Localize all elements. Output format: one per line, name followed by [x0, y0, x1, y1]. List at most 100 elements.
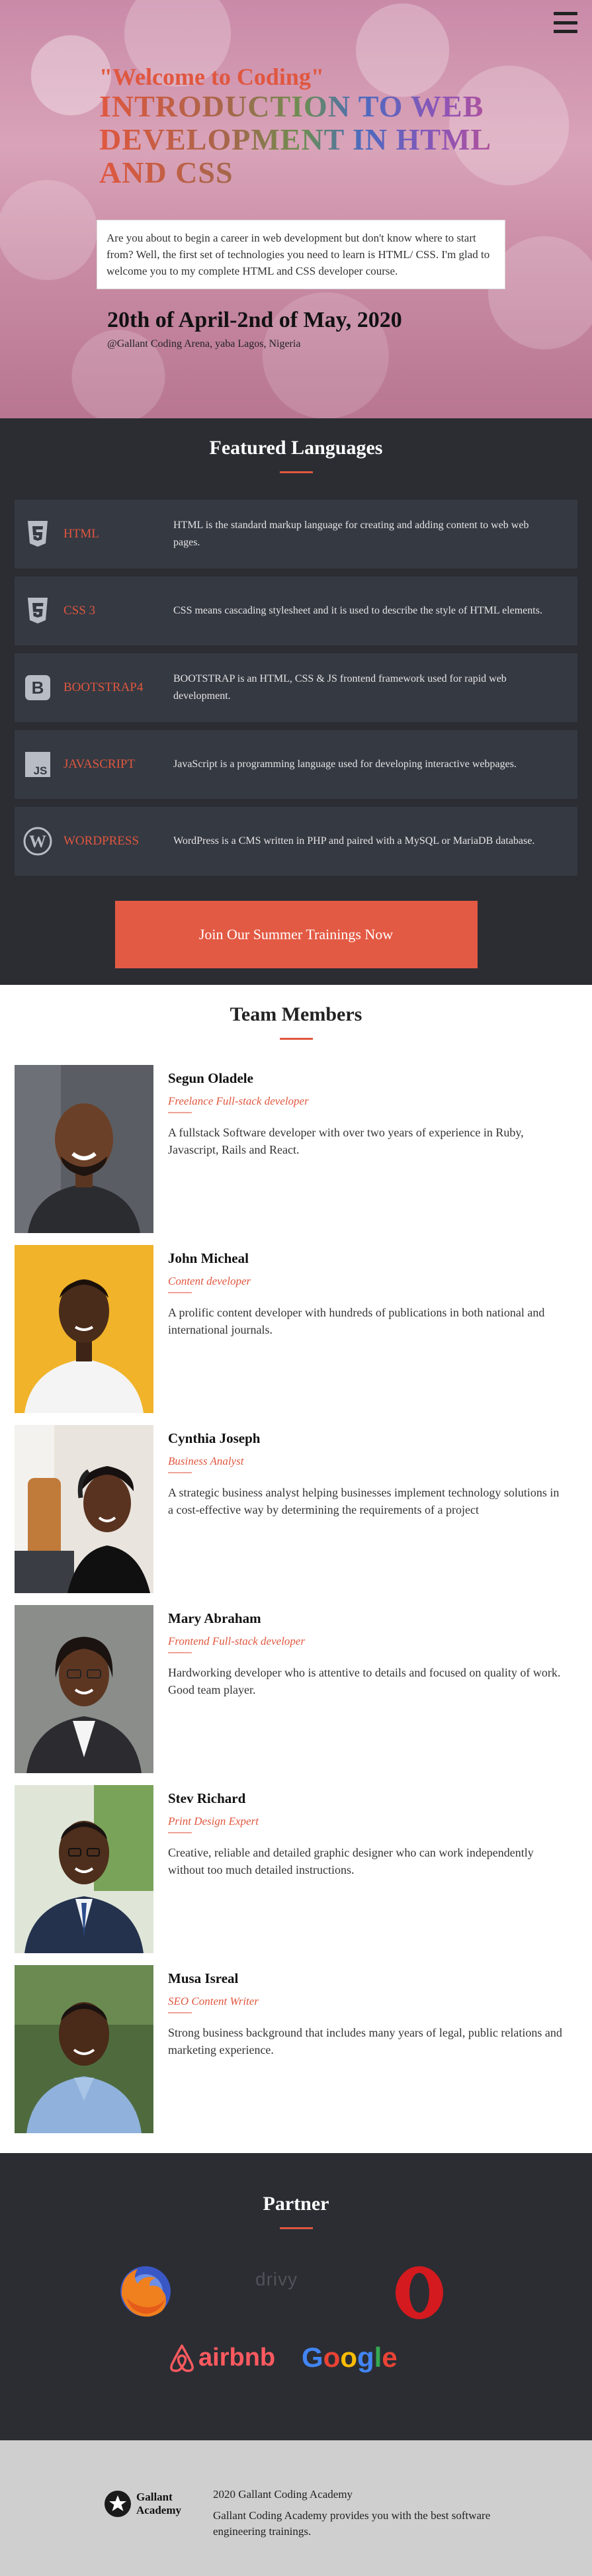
firefox-logo-icon[interactable] — [118, 2264, 173, 2319]
google-logo[interactable]: Google — [302, 2342, 398, 2373]
airbnb-belo-icon — [170, 2344, 194, 2372]
language-description: HTML is the standard markup language for… — [173, 520, 529, 548]
member-info: Segun Oladele Freelance Full-stack devel… — [153, 1065, 564, 1233]
member-role: Print Design Expert — [168, 1815, 259, 1827]
title-underline — [279, 471, 313, 473]
member-name: Mary Abraham — [168, 1610, 261, 1626]
member-divider — [168, 1292, 192, 1293]
footer-text: 2020 Gallant Coding Academy Gallant Codi… — [213, 2487, 517, 2540]
member-role: SEO Content Writer — [168, 1995, 259, 2007]
member-photo — [15, 1785, 153, 1953]
hero-date: 20th of April-2nd of May, 2020 — [107, 308, 402, 332]
footer-brand-line2: Academy — [136, 2504, 181, 2516]
title-underline — [279, 2227, 313, 2229]
member-name: Cynthia Joseph — [168, 1430, 261, 1446]
partners-section: Partner drivy airbnb Google — [0, 2153, 592, 2440]
airbnb-logo[interactable]: airbnb — [168, 2343, 275, 2372]
language-item-javascript[interactable]: JS JAVASCRIPT JavaScript is a programmin… — [15, 730, 577, 799]
member-info: Mary Abraham Frontend Full-stack develop… — [153, 1605, 564, 1773]
site-footer: Gallant Academy 2020 Gallant Coding Acad… — [0, 2440, 592, 2576]
language-list: HTML HTML is the standard markup languag… — [15, 500, 577, 876]
language-description: WordPress is a CMS written in PHP and pa… — [173, 835, 535, 847]
language-name: JAVASCRIPT — [63, 757, 136, 771]
team-member-card: Cynthia Joseph Business Analyst A strate… — [15, 1425, 592, 1593]
team-member-card: Musa Isreal SEO Content Writer Strong bu… — [15, 1965, 592, 2133]
language-description: JavaScript is a programming language use… — [173, 759, 517, 770]
hero-welcome-text: "Welcome to Coding" — [99, 64, 324, 90]
member-role: Business Analyst — [168, 1455, 244, 1467]
member-bio: A prolific content developer with hundre… — [168, 1306, 545, 1336]
featured-languages-section: Featured Languages HTML HTML is the stan… — [0, 418, 592, 985]
member-name: John Micheal — [168, 1250, 249, 1266]
member-divider — [168, 1652, 192, 1653]
member-divider — [168, 1112, 192, 1113]
hero-title: INTRODUCTION TO WEB DEVELOPMENT IN HTML … — [99, 90, 523, 189]
language-item-css3[interactable]: CSS 3 CSS means cascading stylesheet and… — [15, 576, 577, 645]
drivy-logo[interactable]: drivy — [255, 2269, 298, 2290]
html5-icon — [15, 521, 61, 547]
join-trainings-button[interactable]: Join Our Summer Trainings Now — [114, 901, 478, 968]
language-name: BOOTSTRAP4 — [63, 680, 144, 694]
member-photo — [15, 1605, 153, 1773]
member-name: Musa Isreal — [168, 1970, 239, 1986]
title-underline — [279, 1038, 313, 1040]
hero-venue: @Gallant Coding Arena, yaba Lagos, Niger… — [107, 338, 301, 349]
member-photo — [15, 1065, 153, 1233]
section-title: Team Members — [230, 1003, 362, 1025]
svg-text:W: W — [29, 832, 46, 851]
hamburger-menu-icon[interactable] — [554, 12, 577, 33]
partner-logo-grid: drivy airbnb Google — [0, 2256, 592, 2421]
member-list: Segun Oladele Freelance Full-stack devel… — [0, 1065, 592, 2133]
language-name: HTML — [63, 527, 99, 541]
member-info: John Micheal Content developer A prolifi… — [153, 1245, 564, 1413]
member-role: Frontend Full-stack developer — [168, 1635, 306, 1647]
member-divider — [168, 1832, 192, 1833]
member-info: Cynthia Joseph Business Analyst A strate… — [153, 1425, 564, 1593]
member-divider — [168, 2012, 192, 2013]
airbnb-wordmark: airbnb — [198, 2343, 276, 2371]
member-bio: A strategic business analyst helping bus… — [168, 1486, 560, 1516]
footer-copyright: 2020 Gallant Coding Academy — [213, 2488, 353, 2501]
hero-content: "Welcome to Coding" INTRODUCTION TO WEB … — [97, 64, 509, 350]
team-member-card: Mary Abraham Frontend Full-stack develop… — [15, 1605, 592, 1773]
member-photo — [15, 1245, 153, 1413]
member-photo — [15, 1425, 153, 1593]
member-photo — [15, 1965, 153, 2133]
member-bio: Creative, reliable and detailed graphic … — [168, 1846, 534, 1876]
language-item-bootstrap[interactable]: B BOOTSTRAP4 BOOTSTRAP is an HTML, CSS &… — [15, 653, 577, 722]
member-bio: Hardworking developer who is attentive t… — [168, 1666, 561, 1696]
footer-brand-line1: Gallant — [136, 2491, 173, 2503]
member-bio: A fullstack Software developer with over… — [168, 1126, 524, 1156]
footer-logo[interactable]: Gallant Academy — [103, 2489, 181, 2518]
team-member-card: Segun Oladele Freelance Full-stack devel… — [15, 1065, 592, 1233]
svg-text:JS: JS — [34, 764, 48, 777]
star-badge-icon — [105, 2491, 131, 2517]
hero-intro-box: Are you about to begin a career in web d… — [97, 220, 505, 289]
svg-text:B: B — [32, 678, 44, 698]
language-item-html[interactable]: HTML HTML is the standard markup languag… — [15, 500, 577, 569]
member-info: Musa Isreal SEO Content Writer Strong bu… — [153, 1965, 564, 2133]
member-role: Content developer — [168, 1275, 251, 1287]
opera-logo-icon[interactable] — [394, 2265, 444, 2321]
member-info: Stev Richard Print Design Expert Creativ… — [153, 1785, 564, 1953]
section-title: Featured Languages — [209, 437, 383, 459]
language-name: CSS 3 — [63, 604, 96, 618]
footer-tagline: Gallant Coding Academy provides you with… — [213, 2509, 491, 2538]
team-member-card: Stev Richard Print Design Expert Creativ… — [15, 1785, 592, 1953]
footer-brand-name: Gallant Academy — [136, 2491, 181, 2517]
language-name: WORDPRESS — [63, 834, 140, 848]
hero-section: "Welcome to Coding" INTRODUCTION TO WEB … — [0, 0, 592, 418]
member-divider — [168, 1472, 192, 1473]
member-name: Segun Oladele — [168, 1070, 253, 1086]
team-member-card: John Micheal Content developer A prolifi… — [15, 1245, 592, 1413]
wordpress-icon: W — [15, 827, 61, 856]
member-role: Freelance Full-stack developer — [168, 1095, 309, 1107]
member-bio: Strong business background that includes… — [168, 2026, 562, 2056]
team-members-section: Team Members Segun Oladele Freelance Ful… — [0, 985, 592, 2153]
language-description: CSS means cascading stylesheet and it is… — [173, 605, 542, 616]
javascript-icon: JS — [15, 751, 61, 778]
bootstrap-icon: B — [15, 674, 61, 701]
language-item-wordpress[interactable]: W WORDPRESS WordPress is a CMS written i… — [15, 807, 577, 876]
member-name: Stev Richard — [168, 1790, 246, 1806]
css3-icon — [15, 598, 61, 624]
